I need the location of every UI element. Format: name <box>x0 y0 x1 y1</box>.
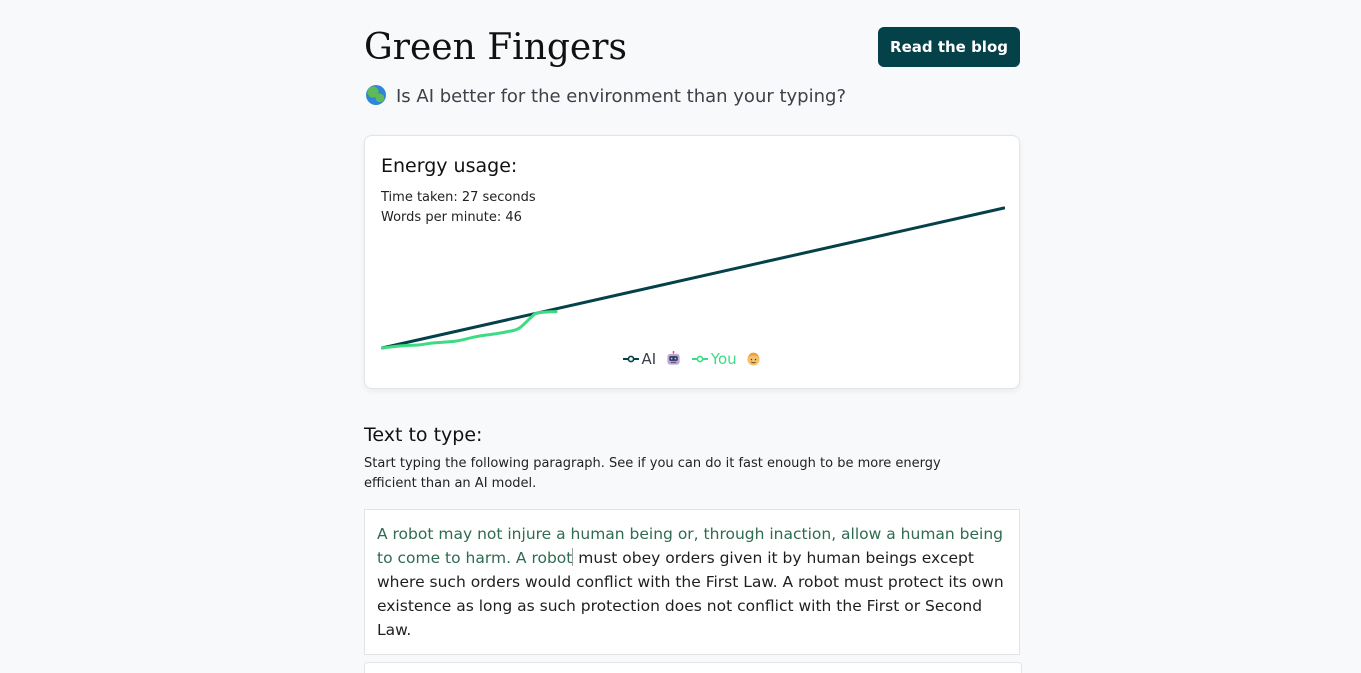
legend-item-ai[interactable]: AI <box>622 348 681 370</box>
robot-icon <box>667 351 680 365</box>
legend-ai-label: AI <box>641 350 657 368</box>
face-icon <box>747 352 761 366</box>
page-header: Green Fingers Read the blog <box>364 26 1020 70</box>
target-paragraph: A robot may not injure a human being or,… <box>364 509 1020 655</box>
energy-chart <box>381 206 1005 350</box>
energy-usage-card: Energy usage: Time taken: 27 seconds Wor… <box>364 135 1020 389</box>
energy-usage-title: Energy usage: <box>381 155 518 177</box>
read-blog-button[interactable]: Read the blog <box>878 27 1020 67</box>
globe-icon <box>366 85 386 105</box>
time-taken-text: Time taken: 27 seconds <box>381 190 536 205</box>
legend-item-you[interactable]: You <box>691 348 762 370</box>
text-to-type-title: Text to type: <box>364 424 483 446</box>
page-title: Green Fingers <box>364 27 627 68</box>
ai-energy-line <box>381 206 1005 350</box>
page-subtitle: Is AI better for the environment than yo… <box>364 84 846 110</box>
legend-you-marker <box>691 355 708 363</box>
legend-you-label: You <box>710 350 737 368</box>
legend-ai-marker <box>622 355 639 363</box>
chart-legend: AI You <box>365 348 1019 370</box>
typing-instructions: Start typing the following paragraph. Se… <box>364 456 941 491</box>
subtitle-text: Is AI better for the environment than yo… <box>396 86 846 107</box>
